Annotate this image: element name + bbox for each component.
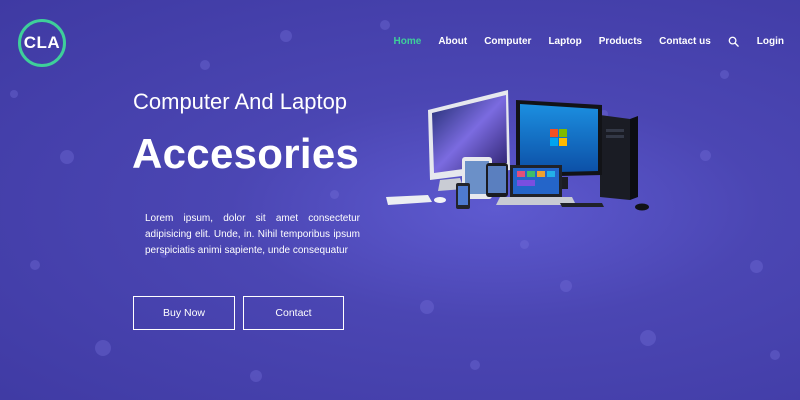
computer-devices-image	[386, 90, 649, 211]
nav-contact-us[interactable]: Contact us	[659, 36, 711, 47]
logo[interactable]: CLA	[18, 19, 66, 67]
nav-login[interactable]: Login	[757, 36, 784, 47]
contact-button[interactable]: Contact	[243, 296, 344, 330]
pc-tower	[600, 115, 638, 200]
hero-subtitle: Computer And Laptop	[133, 89, 348, 114]
nav-about[interactable]: About	[438, 36, 467, 47]
hero-description: Lorem ipsum, dolor sit amet consectetur …	[145, 213, 360, 256]
nav-home[interactable]: Home	[394, 36, 422, 47]
logo-text: CLA	[23, 33, 61, 52]
nav-products[interactable]: Products	[599, 36, 642, 47]
main-nav: Home About Computer Laptop Products Cont…	[394, 36, 784, 47]
nav-laptop[interactable]: Laptop	[548, 36, 581, 47]
buy-now-button[interactable]: Buy Now	[133, 296, 235, 330]
search-icon[interactable]	[728, 36, 739, 47]
nav-computer[interactable]: Computer	[484, 36, 531, 47]
hero-section: CLA Home About Computer Laptop Products …	[0, 0, 800, 400]
hero-title: Accesories	[132, 130, 360, 177]
